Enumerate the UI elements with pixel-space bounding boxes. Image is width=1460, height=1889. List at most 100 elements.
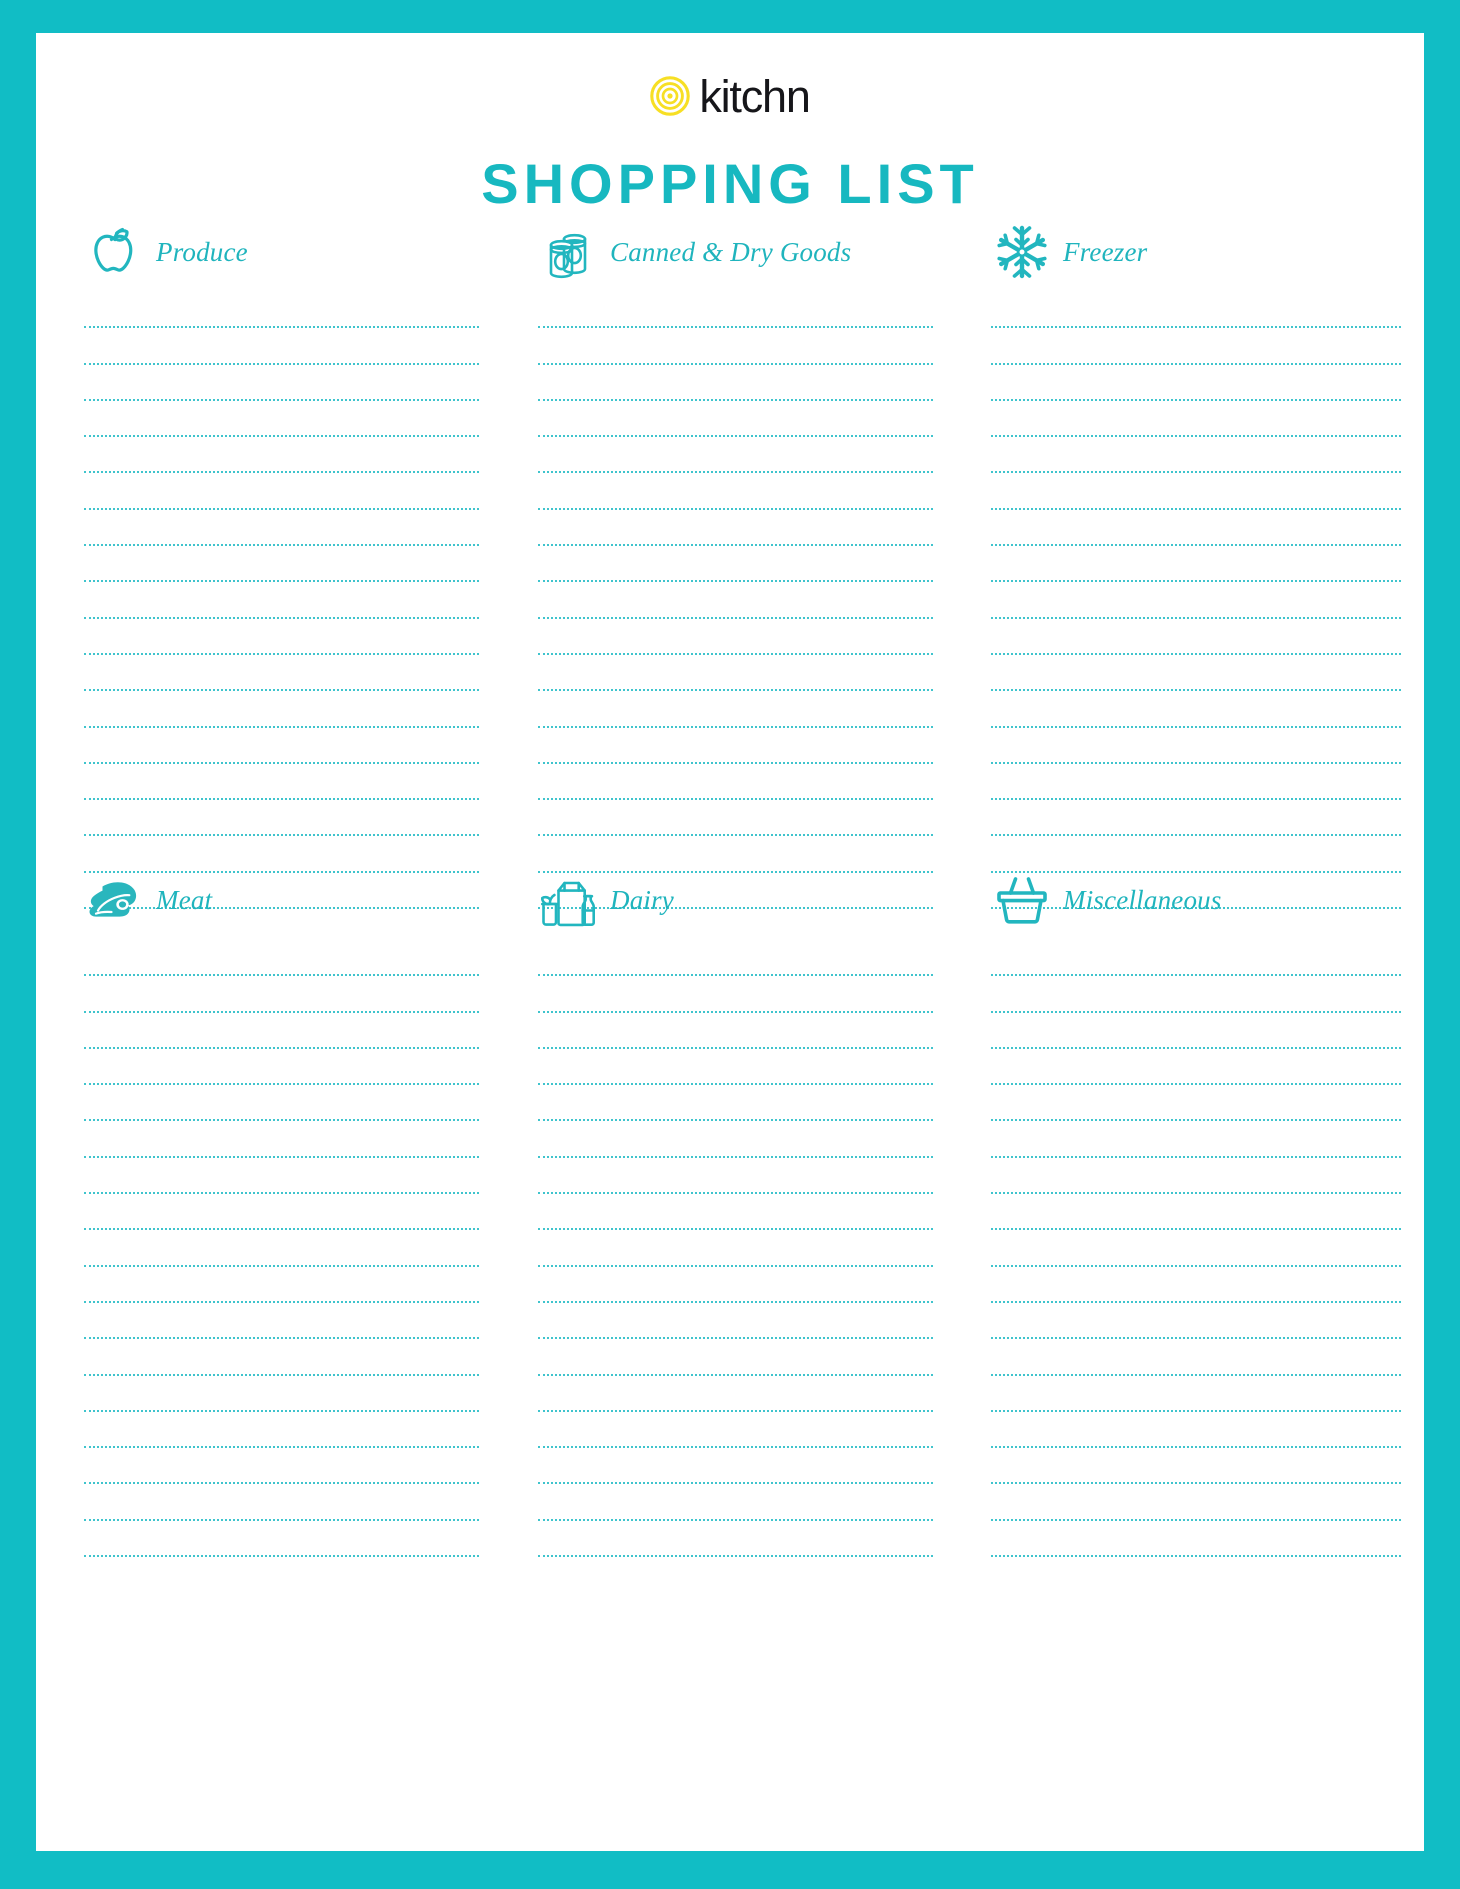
write-in-lines-dairy[interactable] [538,940,933,1558]
write-in-line[interactable] [538,976,933,1013]
write-in-line[interactable] [84,1484,479,1521]
write-in-line[interactable] [991,401,1401,438]
write-in-line[interactable] [538,1303,933,1340]
write-in-line[interactable] [991,1484,1401,1521]
write-in-line[interactable] [84,800,479,837]
write-in-line[interactable] [84,1339,479,1376]
write-in-line[interactable] [991,1230,1401,1267]
write-in-line[interactable] [84,1303,479,1340]
write-in-line[interactable] [538,619,933,655]
write-in-line[interactable] [991,764,1401,801]
write-in-line[interactable] [991,1339,1401,1376]
write-in-line[interactable] [991,1376,1401,1412]
write-in-lines-canned-and-dry-goods[interactable] [538,292,933,910]
write-in-line[interactable] [991,510,1401,547]
write-in-line[interactable] [991,728,1401,764]
write-in-line[interactable] [991,365,1401,401]
write-in-line[interactable] [538,1194,933,1231]
write-in-line[interactable] [538,582,933,619]
write-in-line[interactable] [991,1303,1401,1340]
write-in-line[interactable] [538,510,933,547]
write-in-line[interactable] [991,655,1401,692]
write-in-line[interactable] [538,940,933,977]
write-in-line[interactable] [84,1230,479,1267]
write-in-line[interactable] [991,1121,1401,1158]
write-in-line[interactable] [84,1194,479,1231]
write-in-line[interactable] [84,619,479,655]
write-in-line[interactable] [991,437,1401,474]
write-in-line[interactable] [538,473,933,510]
write-in-line[interactable] [84,1085,479,1122]
write-in-line[interactable] [991,1267,1401,1303]
write-in-line[interactable] [991,582,1401,619]
write-in-line[interactable] [84,1376,479,1412]
write-in-line[interactable] [991,940,1401,977]
write-in-line[interactable] [84,940,479,977]
write-in-line[interactable] [84,365,479,401]
write-in-line[interactable] [84,582,479,619]
write-in-line[interactable] [538,1484,933,1521]
write-in-lines-produce[interactable] [84,292,479,910]
write-in-line[interactable] [991,1085,1401,1122]
write-in-line[interactable] [991,1013,1401,1049]
write-in-line[interactable] [538,1013,933,1049]
write-in-line[interactable] [84,1448,479,1485]
write-in-lines-meat[interactable] [84,940,479,1558]
write-in-line[interactable] [84,976,479,1013]
write-in-line[interactable] [991,292,1401,329]
write-in-line[interactable] [84,328,479,365]
write-in-line[interactable] [991,1521,1401,1558]
write-in-line[interactable] [84,510,479,547]
write-in-line[interactable] [84,1013,479,1049]
write-in-line[interactable] [84,1521,479,1558]
write-in-line[interactable] [538,1267,933,1303]
write-in-line[interactable] [538,1521,933,1558]
write-in-line[interactable] [84,546,479,583]
write-in-line[interactable] [538,292,933,329]
write-in-line[interactable] [991,691,1401,728]
write-in-line[interactable] [84,655,479,692]
write-in-line[interactable] [84,292,479,329]
write-in-line[interactable] [538,401,933,438]
write-in-line[interactable] [84,1049,479,1086]
write-in-line[interactable] [84,1412,479,1449]
write-in-line[interactable] [538,1230,933,1267]
write-in-line[interactable] [538,546,933,583]
write-in-line[interactable] [538,1339,933,1376]
write-in-line[interactable] [991,800,1401,837]
write-in-line[interactable] [991,1194,1401,1231]
write-in-line[interactable] [991,1448,1401,1485]
write-in-line[interactable] [538,1376,933,1412]
write-in-line[interactable] [538,1049,933,1086]
write-in-line[interactable] [538,655,933,692]
write-in-line[interactable] [538,691,933,728]
write-in-line[interactable] [84,437,479,474]
write-in-line[interactable] [991,976,1401,1013]
write-in-line[interactable] [991,1158,1401,1195]
write-in-line[interactable] [538,1085,933,1122]
write-in-line[interactable] [538,1448,933,1485]
write-in-line[interactable] [538,800,933,837]
write-in-line[interactable] [538,1158,933,1195]
write-in-line[interactable] [84,1158,479,1195]
write-in-line[interactable] [991,546,1401,583]
write-in-line[interactable] [84,1267,479,1303]
write-in-line[interactable] [84,1121,479,1158]
write-in-lines-freezer[interactable] [991,292,1401,910]
write-in-line[interactable] [991,1049,1401,1086]
write-in-line[interactable] [84,764,479,801]
write-in-line[interactable] [991,619,1401,655]
write-in-line[interactable] [991,1412,1401,1449]
write-in-line[interactable] [84,401,479,438]
write-in-line[interactable] [84,691,479,728]
write-in-line[interactable] [538,728,933,764]
write-in-line[interactable] [538,437,933,474]
write-in-line[interactable] [84,728,479,764]
write-in-lines-miscellaneous[interactable] [991,940,1401,1558]
write-in-line[interactable] [84,473,479,510]
write-in-line[interactable] [538,328,933,365]
write-in-line[interactable] [538,1121,933,1158]
write-in-line[interactable] [991,473,1401,510]
write-in-line[interactable] [538,764,933,801]
write-in-line[interactable] [991,328,1401,365]
